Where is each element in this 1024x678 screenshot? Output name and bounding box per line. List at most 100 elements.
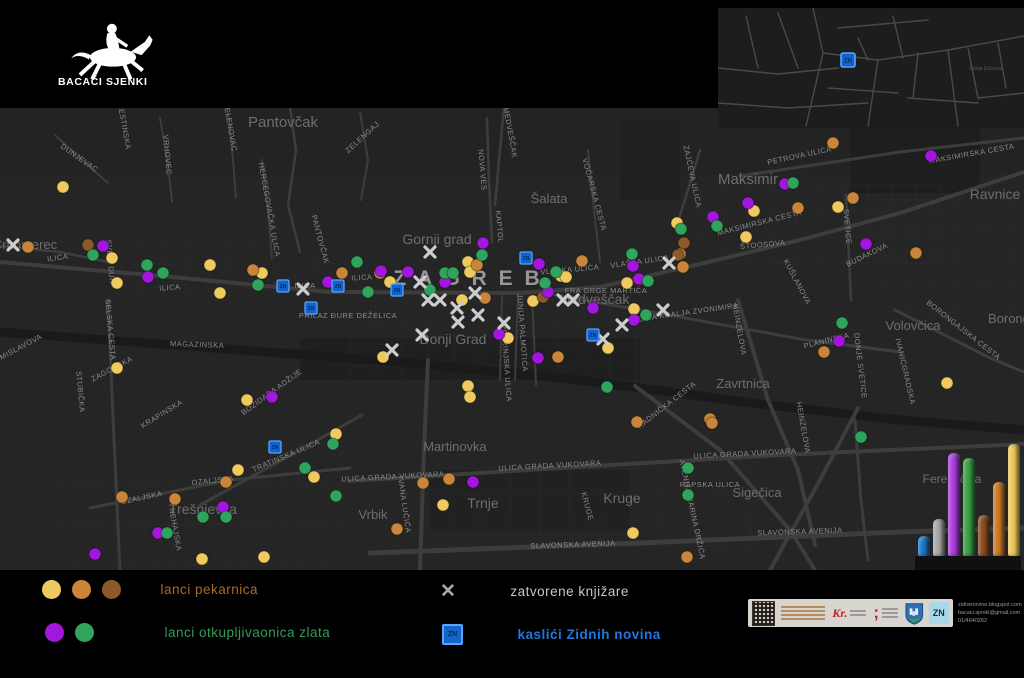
map-marker-yellow[interactable] (57, 181, 69, 193)
map-marker-orange[interactable] (116, 491, 128, 503)
map-marker-orange[interactable] (336, 267, 348, 279)
map-marker-magenta[interactable] (402, 266, 414, 278)
map-marker-yellow[interactable] (232, 464, 244, 476)
map-marker-green[interactable] (787, 177, 799, 189)
map-marker-green[interactable] (197, 511, 209, 523)
map-marker-orange[interactable] (443, 473, 455, 485)
map-marker-yellow[interactable] (437, 499, 449, 511)
map-marker-yellow[interactable] (204, 259, 216, 271)
map-marker-yellow[interactable] (941, 377, 953, 389)
map-marker-yellow[interactable] (111, 277, 123, 289)
map-marker-magenta[interactable] (532, 352, 544, 364)
contact-web[interactable]: zidnenovine.blogspot.com (958, 601, 1022, 609)
map-marker-magenta[interactable] (493, 328, 505, 340)
map-marker-orange[interactable] (391, 523, 403, 535)
map-marker-magenta[interactable] (627, 260, 639, 272)
map-marker-orange[interactable] (847, 192, 859, 204)
inset-zn-marker[interactable]: ZN (841, 53, 855, 67)
map-marker-yellow[interactable] (308, 471, 320, 483)
map-marker-green[interactable] (601, 381, 613, 393)
map-marker-magenta[interactable] (742, 197, 754, 209)
map-marker-green[interactable] (682, 462, 694, 474)
map-marker-yellow[interactable] (106, 252, 118, 264)
map-marker-orange[interactable] (681, 551, 693, 563)
map-marker-zn-box[interactable]: ZN (277, 280, 289, 292)
map-marker-green[interactable] (476, 249, 488, 261)
map-marker-zn-box[interactable]: ZN (520, 252, 532, 264)
map-marker-zn-box[interactable]: ZN (269, 441, 281, 453)
map-marker-zn-box[interactable]: ZN (332, 280, 344, 292)
map-marker-magenta[interactable] (477, 237, 489, 249)
map-marker-green[interactable] (157, 267, 169, 279)
map-marker-orange[interactable] (169, 493, 181, 505)
map-marker-magenta[interactable] (533, 258, 545, 270)
map-marker-green[interactable] (640, 309, 652, 321)
map-marker-green[interactable] (642, 275, 654, 287)
map-marker-green[interactable] (626, 248, 638, 260)
map-marker-green[interactable] (675, 223, 687, 235)
map-marker-orange[interactable] (220, 476, 232, 488)
map-marker-yellow[interactable] (196, 553, 208, 565)
map-marker-yellow[interactable] (464, 391, 476, 403)
map-marker-magenta[interactable] (833, 335, 845, 347)
map-marker-orange[interactable] (827, 137, 839, 149)
map-marker-magenta[interactable] (375, 265, 387, 277)
map-marker-orange[interactable] (576, 255, 588, 267)
map-marker-yellow[interactable] (462, 380, 474, 392)
map-marker-green[interactable] (855, 431, 867, 443)
map-marker-green[interactable] (161, 527, 173, 539)
map-marker-magenta[interactable] (628, 314, 640, 326)
map-marker-yellow[interactable] (111, 362, 123, 374)
map-marker-yellow[interactable] (832, 201, 844, 213)
map-marker-orange[interactable] (417, 477, 429, 489)
map-marker-green[interactable] (447, 267, 459, 279)
map-marker-closed-bookstore-x[interactable] (473, 310, 483, 320)
map-marker-orange[interactable] (792, 202, 804, 214)
map-marker-green[interactable] (550, 266, 562, 278)
svg-text:ZN: ZN (844, 59, 852, 65)
map-marker-green[interactable] (141, 259, 153, 271)
map-marker-yellow[interactable] (740, 231, 752, 243)
map-marker-green[interactable] (682, 489, 694, 501)
map-marker-green[interactable] (330, 490, 342, 502)
map-marker-orange[interactable] (552, 351, 564, 363)
map-marker-orange[interactable] (706, 417, 718, 429)
map-marker-green[interactable] (836, 317, 848, 329)
map-marker-orange[interactable] (631, 416, 643, 428)
map-marker-magenta[interactable] (860, 238, 872, 250)
map-marker-green[interactable] (87, 249, 99, 261)
map-marker-magenta[interactable] (142, 271, 154, 283)
map-marker-zn-box[interactable]: ZN (587, 329, 599, 341)
contact-email[interactable]: bacaci.sjenki@gmail.com (958, 609, 1022, 617)
map-marker-orange[interactable] (677, 261, 689, 273)
map-marker-orange[interactable] (910, 247, 922, 259)
map-marker-orange[interactable] (818, 346, 830, 358)
map-marker-green[interactable] (539, 277, 551, 289)
map-marker-green[interactable] (252, 279, 264, 291)
map-marker-green[interactable] (299, 462, 311, 474)
map-marker-zn-box[interactable]: ZN (391, 284, 403, 296)
map-marker-yellow[interactable] (627, 527, 639, 539)
map-marker-magenta[interactable] (925, 150, 937, 162)
map-marker-green[interactable] (711, 220, 723, 232)
map-marker-zn-box[interactable]: ZN (305, 302, 317, 314)
map-marker-magenta[interactable] (89, 548, 101, 560)
map-marker-green[interactable] (362, 286, 374, 298)
map-marker-green[interactable] (327, 438, 339, 450)
map-marker-green[interactable] (220, 511, 232, 523)
map-marker-magenta[interactable] (467, 476, 479, 488)
map-marker-orange[interactable] (22, 241, 34, 253)
map-marker-magenta[interactable] (587, 302, 599, 314)
map-marker-magenta[interactable] (266, 391, 278, 403)
map-marker-green[interactable] (351, 256, 363, 268)
map-marker-brown[interactable] (678, 237, 690, 249)
map-marker-orange[interactable] (247, 264, 259, 276)
map-marker-yellow[interactable] (241, 394, 253, 406)
inset-map[interactable]: Donja DubravaZN (718, 8, 1024, 128)
map-marker-closed-bookstore-x[interactable] (425, 247, 435, 257)
map-marker-yellow[interactable] (628, 303, 640, 315)
map-marker-magenta[interactable] (97, 240, 109, 252)
map-marker-yellow[interactable] (621, 277, 633, 289)
map-marker-yellow[interactable] (258, 551, 270, 563)
map-marker-yellow[interactable] (214, 287, 226, 299)
